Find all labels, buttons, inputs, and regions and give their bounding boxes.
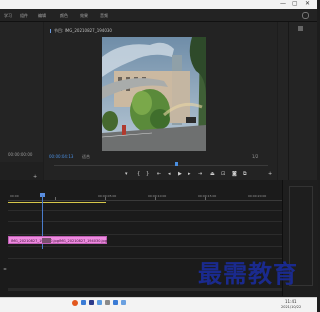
timeline-horizontal-scrollbar[interactable] (8, 288, 282, 291)
track-divider (8, 246, 282, 247)
track-divider (8, 258, 282, 259)
search-icon[interactable] (302, 12, 309, 19)
window-title-bar: — ▢ ✕ (0, 0, 317, 9)
program-video-frame (102, 37, 206, 151)
timeline-clip[interactable]: IMG_20210827_194030.jpg IMG_20210827_194… (8, 236, 107, 244)
menu-audio[interactable]: 音频 (100, 13, 108, 19)
app-icon[interactable] (97, 300, 102, 305)
taskbar-time[interactable]: 11:41 (285, 299, 297, 304)
mark-in-icon[interactable]: { (137, 172, 140, 177)
track-toggle-icon[interactable]: ◂▸ (3, 266, 7, 271)
resolution-dropdown[interactable]: 1/2 (252, 155, 258, 159)
source-controls-strip: + (0, 162, 43, 180)
fit-dropdown[interactable]: 适合 (82, 155, 90, 159)
maximize-button[interactable]: ▢ (292, 1, 298, 7)
menu-learn[interactable]: 学习 (4, 13, 12, 19)
app-icon[interactable] (113, 300, 118, 305)
timeline-ruler[interactable] (8, 200, 282, 201)
transition-marker[interactable] (42, 238, 51, 243)
app-icon[interactable] (105, 300, 110, 305)
play-icon[interactable]: ▶ (178, 172, 182, 177)
panel-indicator (50, 29, 51, 33)
add-button-icon[interactable]: + (268, 172, 272, 177)
track-divider (8, 234, 282, 235)
step-forward-icon[interactable]: ▸ (188, 172, 191, 177)
extract-icon[interactable]: ⊡ (221, 172, 225, 177)
close-button[interactable]: ✕ (305, 1, 310, 7)
source-timecode: 00:00:00:00 (8, 152, 33, 157)
ruler-label: 00:00:10:00 (148, 194, 167, 198)
menu-effects[interactable]: 效果 (80, 13, 88, 19)
watermark-logo: 最需教育 (198, 260, 298, 288)
add-marker-icon[interactable]: ▾ (125, 172, 128, 177)
minimize-button[interactable]: — (280, 1, 286, 7)
ruler-label: 00:00 (10, 194, 19, 198)
compare-icon[interactable]: ⧉ (243, 172, 247, 177)
menu-assembly[interactable]: 组件 (20, 13, 28, 19)
panel-divider (288, 22, 289, 180)
lift-icon[interactable]: ⏏ (210, 172, 215, 177)
app-icon[interactable] (121, 300, 126, 305)
track-divider (8, 221, 282, 222)
program-title[interactable]: 节目: IMG_20210827_194030 (54, 29, 112, 33)
panel-menu-icon[interactable] (298, 26, 303, 31)
program-scrub-handle[interactable] (175, 162, 178, 166)
ruler-label: 00:00:15:00 (198, 194, 217, 198)
menu-color[interactable]: 颜色 (60, 13, 68, 19)
taskbar-date[interactable]: 2021/10/22 (281, 305, 301, 309)
ruler-tick (55, 197, 56, 200)
right-tools-panel (278, 22, 317, 180)
video-still-image (102, 37, 206, 151)
program-scrub-bar[interactable] (54, 165, 268, 166)
program-current-timecode[interactable]: 00:00:04:13 (49, 155, 73, 159)
clip-label: IMG_20210827_194030.jpg (11, 239, 59, 243)
source-monitor-panel: 00:00:00:00 (0, 22, 43, 162)
windows-taskbar (0, 297, 317, 312)
go-to-out-icon[interactable]: ⇥ (198, 172, 202, 177)
clip-label: IMG_20210827_194030.jpg (59, 239, 107, 243)
step-back-icon[interactable]: ◂ (168, 172, 171, 177)
export-frame-icon[interactable]: ◙ (232, 172, 237, 177)
app-icon[interactable] (89, 300, 94, 305)
go-to-in-icon[interactable]: ⇤ (157, 172, 161, 177)
app-icon[interactable] (81, 300, 86, 305)
ruler-label: 00:00:20:00 (248, 194, 267, 198)
track-divider (8, 210, 282, 211)
ruler-label: 00:00:05:00 (98, 194, 117, 198)
menu-editing[interactable]: 编辑 (38, 13, 46, 19)
work-area-bar[interactable] (8, 202, 106, 203)
mark-out-icon[interactable]: } (146, 172, 149, 177)
workspace-menu-bar: 学习 组件 编辑 颜色 效果 音频 (0, 9, 317, 22)
app-icon[interactable] (72, 300, 78, 306)
